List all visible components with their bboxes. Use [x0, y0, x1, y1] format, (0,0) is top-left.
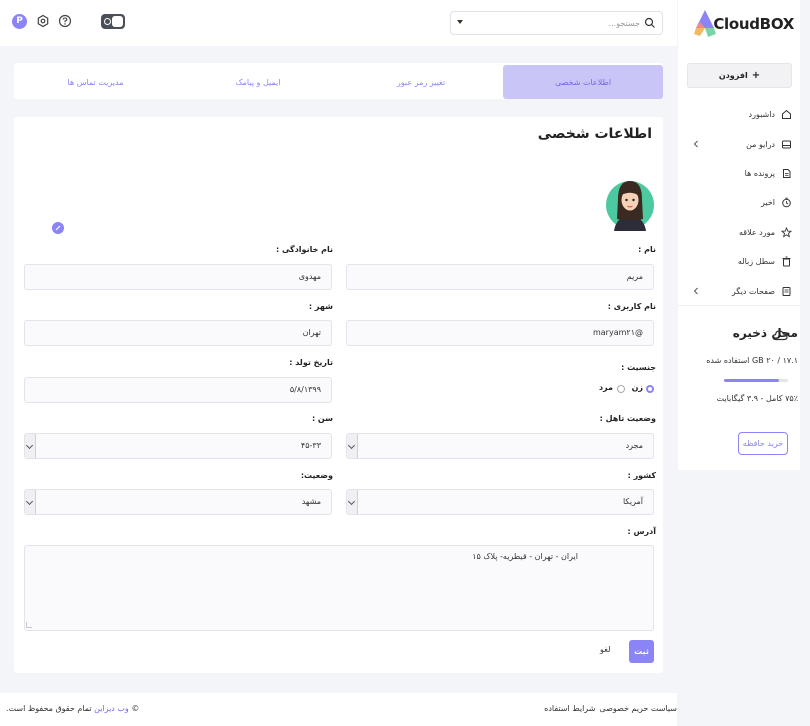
- chevron-down-icon[interactable]: [25, 490, 36, 514]
- user-avatar[interactable]: P: [12, 14, 27, 29]
- last-name-label: نام خانوادگی :: [275, 245, 333, 254]
- gender-label: جنسیت :: [621, 363, 656, 372]
- storage-used-text: ۱۷.۱ / ۲۰ GB استفاده شده: [706, 356, 798, 365]
- chevron-left-icon[interactable]: [692, 140, 700, 148]
- sidebar-item-favorites[interactable]: مورد علاقه: [686, 223, 792, 241]
- sidebar-item-dashboard[interactable]: داشبورد: [686, 105, 792, 123]
- tab-change-password[interactable]: تغییر رمز عبور: [341, 65, 501, 99]
- brand-name: CloudBOX: [713, 15, 794, 33]
- gender-female-radio[interactable]: [646, 385, 654, 393]
- birth-date-label: تاریخ تولد :: [289, 358, 333, 367]
- add-button[interactable]: + افزودن: [687, 63, 792, 88]
- terms-link[interactable]: شرایط استفاده: [544, 704, 595, 713]
- tab-manage-contacts[interactable]: مدیریت تماس ها: [14, 65, 177, 99]
- last-name-input[interactable]: مهدوی: [24, 264, 332, 290]
- sidebar-item-label: داشبورد: [748, 109, 775, 119]
- sidebar-item-my-drive[interactable]: درایو من: [686, 135, 792, 153]
- status-select[interactable]: مشهد: [24, 489, 332, 515]
- storage-progress-fill: [724, 379, 779, 382]
- search-icon: [644, 17, 655, 28]
- tab-email-sms[interactable]: ایمیل و پیامک: [177, 65, 339, 99]
- add-button-label: افزودن: [718, 71, 748, 80]
- address-textarea[interactable]: ایران - تهران - قیطریه- پلاک ۱۵: [24, 545, 654, 631]
- chevron-left-icon[interactable]: [692, 287, 700, 295]
- theme-toggle[interactable]: [101, 14, 125, 29]
- search-dropdown-caret-icon[interactable]: [457, 20, 463, 24]
- tabs-bar: اطلاعات شخصی تغییر رمز عبور ایمیل و پیام…: [14, 63, 663, 99]
- sun-icon: [104, 18, 111, 25]
- sidebar-item-label: پرونده ها: [744, 168, 775, 178]
- gender-male-radio[interactable]: [617, 385, 625, 393]
- privacy-policy-link[interactable]: سیاست حریم خصوصی: [599, 704, 677, 713]
- first-name-label: نام :: [638, 245, 656, 254]
- search-input[interactable]: [470, 15, 640, 31]
- country-label: کشور :: [627, 471, 656, 480]
- edit-profile-button[interactable]: [52, 222, 64, 234]
- birth-date-input[interactable]: ۵/۸/۱۳۹۹: [24, 377, 332, 403]
- home-icon: [782, 109, 791, 119]
- age-select[interactable]: ۴۵-۳۳: [24, 433, 332, 459]
- sidebar-item-trash[interactable]: سطل زباله: [686, 252, 792, 270]
- pencil-icon: [55, 225, 61, 231]
- country-select[interactable]: آمریکا: [346, 489, 654, 515]
- gender-male-label: مرد: [598, 383, 613, 392]
- storage-title: محل ذخیره: [732, 326, 798, 340]
- storage-progress-bar: [724, 379, 788, 382]
- sidebar-divider: [678, 305, 800, 306]
- copyright-brand-link[interactable]: وب دیزاین: [94, 704, 129, 713]
- first-name-input[interactable]: مریم: [346, 264, 654, 290]
- sidebar-item-files[interactable]: پرونده ها: [686, 164, 792, 182]
- star-icon: [781, 226, 792, 238]
- city-label: شهر :: [308, 302, 333, 311]
- copyright-symbol: ©: [131, 704, 140, 713]
- country-value: آمریکا: [622, 497, 643, 506]
- footer-links: سیاست حریم خصوصی شرایط استفاده: [544, 704, 677, 713]
- sidebar-item-label: صفحات دیگر: [731, 286, 775, 296]
- toggle-knob: [112, 16, 123, 27]
- trash-icon: [782, 256, 791, 266]
- sidebar-item-label: اخیر: [761, 197, 775, 207]
- pages-icon: [782, 286, 791, 296]
- resize-handle-icon[interactable]: [26, 622, 32, 628]
- profile-picture: [606, 181, 654, 231]
- chevron-down-icon[interactable]: [347, 490, 358, 514]
- storage-free-text: ۷۵٪ کامل - ۳.۹ گیگابایت: [716, 394, 798, 403]
- address-label: آدرس :: [627, 527, 656, 536]
- help-icon[interactable]: [58, 14, 72, 28]
- chevron-down-icon[interactable]: [25, 434, 36, 458]
- settings-icon[interactable]: [36, 14, 50, 28]
- cloud-icon: [772, 330, 788, 341]
- age-label: سن :: [311, 414, 333, 423]
- file-icon: [783, 168, 791, 178]
- marital-status-select[interactable]: مجرد: [346, 433, 654, 459]
- age-value: ۴۵-۳۳: [300, 441, 321, 450]
- clock-icon: [782, 197, 791, 207]
- sidebar-item-label: سطل زباله: [737, 256, 775, 266]
- sidebar-item-label: مورد علاقه: [738, 227, 775, 237]
- status-label: وضعیت:: [300, 471, 333, 480]
- page-title: اطلاعات شخصی: [537, 126, 652, 142]
- copyright-text: تمام حقوق محفوظ است.: [6, 704, 92, 713]
- status-value: مشهد: [301, 497, 321, 506]
- sidebar-item-label: درایو من: [746, 139, 775, 149]
- username-input[interactable]: @maryam۲۱: [346, 320, 654, 346]
- sidebar-item-recent[interactable]: اخیر: [686, 193, 792, 211]
- username-label: نام کاربری :: [607, 302, 656, 311]
- city-input[interactable]: تهران: [24, 320, 332, 346]
- marital-status-value: مجرد: [625, 441, 643, 450]
- chevron-down-icon[interactable]: [347, 434, 358, 458]
- sidebar-item-other-pages[interactable]: صفحات دیگر: [686, 282, 792, 300]
- cancel-button[interactable]: لغو: [600, 645, 610, 654]
- buy-storage-button[interactable]: خرید حافظه: [738, 432, 788, 455]
- drive-icon: [782, 140, 791, 148]
- plus-icon: +: [751, 70, 761, 81]
- search-box[interactable]: [450, 11, 663, 35]
- marital-status-label: وضعیت تاهل :: [599, 414, 656, 423]
- submit-button[interactable]: ثبت: [629, 640, 654, 663]
- gender-female-label: زن: [631, 383, 643, 392]
- copyright: © وب دیزاین تمام حقوق محفوظ است.: [6, 704, 139, 713]
- tab-personal-info[interactable]: اطلاعات شخصی: [503, 65, 663, 99]
